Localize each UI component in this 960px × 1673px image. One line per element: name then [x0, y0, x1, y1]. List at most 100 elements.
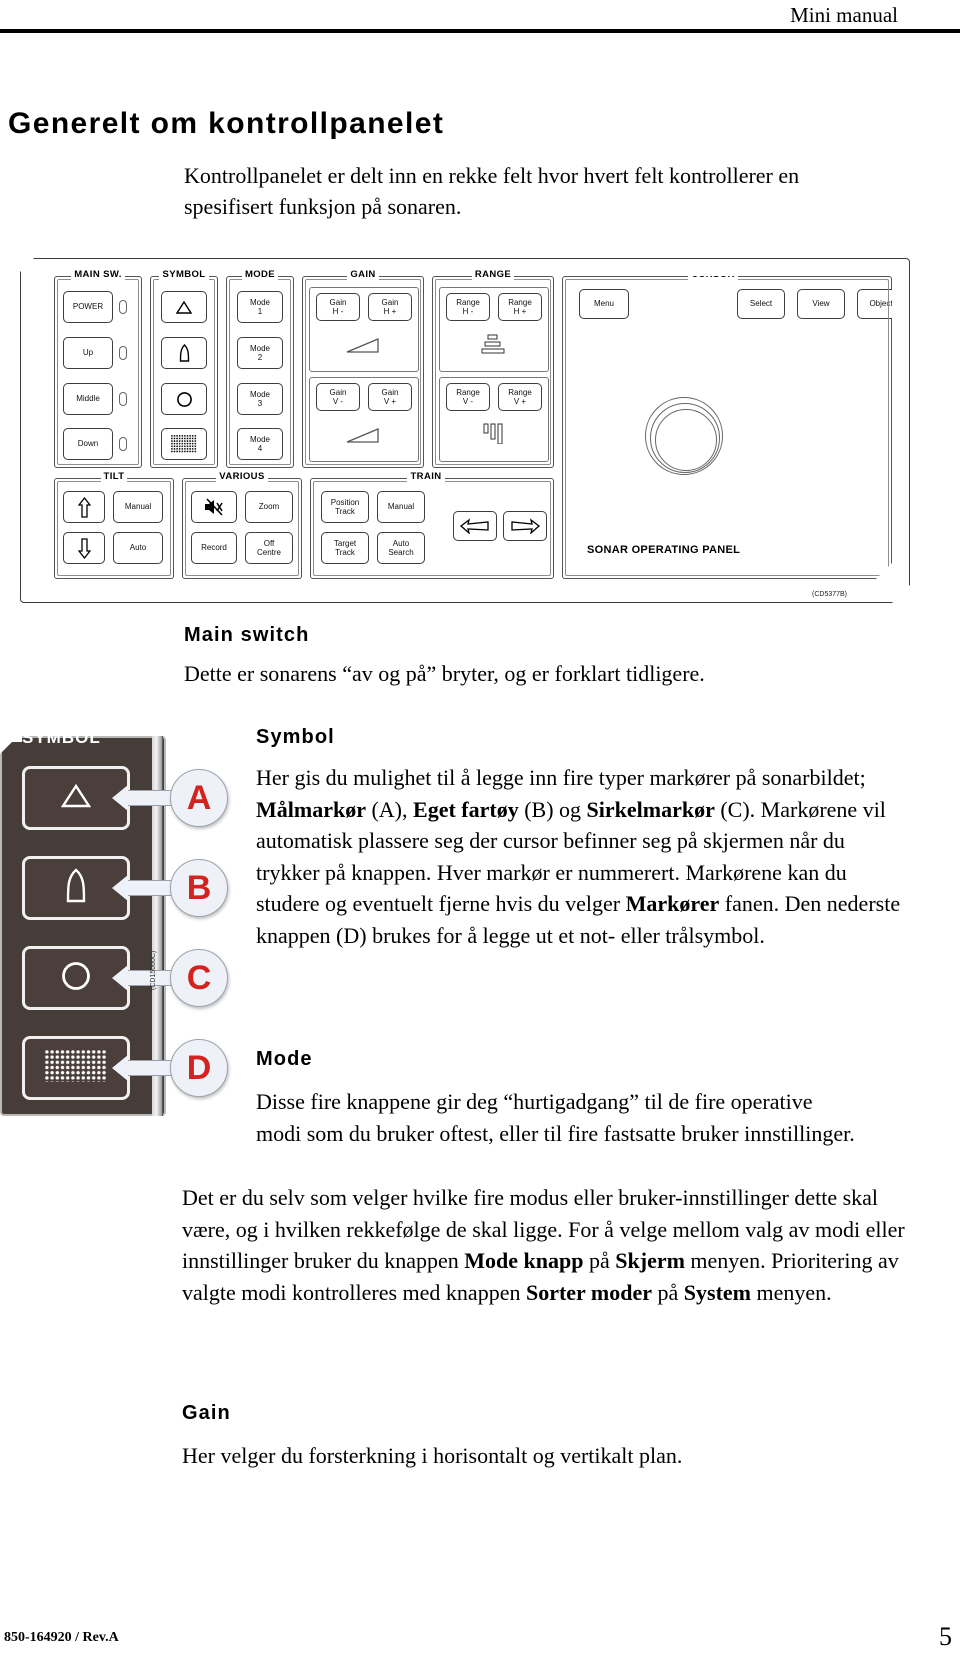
range-horizontal-bars-icon: [480, 334, 508, 360]
callout-label: C: [186, 958, 212, 997]
key-object[interactable]: Object: [857, 289, 905, 319]
key-label: Record: [201, 543, 227, 553]
key-symbol-triangle[interactable]: [161, 291, 207, 323]
led-middle: [119, 392, 127, 406]
footer-document-id: 850-164920 / Rev.A: [4, 1630, 119, 1645]
paragraph-mode-1: Disse fire knappene gir deg “hurtigadgan…: [256, 1089, 855, 1146]
key-target-track[interactable]: Target Track: [321, 532, 369, 564]
symbol-panel-title: SYMBOL: [22, 728, 101, 747]
callout-arrow-d-head: [112, 1055, 128, 1081]
key-train-right[interactable]: [503, 511, 547, 541]
key-train-left[interactable]: [453, 511, 497, 541]
paragraph-symbol: Her gis du mulighet til å legge inn fire…: [256, 765, 901, 948]
key-label: Position Track: [330, 497, 360, 517]
key-record[interactable]: Record: [191, 532, 237, 564]
callout-b: B: [170, 859, 228, 917]
key-range-h-plus[interactable]: Range H +: [498, 293, 542, 321]
footer-page-number: 5: [939, 1622, 952, 1651]
heading-main-switch: Main switch: [184, 624, 310, 646]
key-range-v-minus[interactable]: Range V -: [446, 383, 490, 411]
callout-a: A: [170, 769, 228, 827]
key-symbol-vessel[interactable]: [161, 337, 207, 369]
triangle-symbol-icon: [176, 291, 192, 323]
group-label-cursor: CURSOR: [563, 269, 863, 280]
key-mode-2[interactable]: Mode 2: [237, 337, 283, 369]
key-middle[interactable]: Middle: [63, 383, 113, 415]
key-label: Range V +: [508, 387, 532, 407]
paragraph-mode-2: Det er du selv som velger hvilke fire mo…: [182, 1185, 905, 1305]
key-label: Middle: [76, 394, 100, 404]
led-up: [119, 346, 127, 360]
callout-arrow-b-head: [112, 875, 128, 901]
heading-gain: Gain: [182, 1402, 231, 1424]
group-various: VARIOUS Zoom Record Off Centre: [182, 471, 302, 579]
key-gain-v-plus[interactable]: Gain V +: [368, 383, 412, 411]
key-tilt-manual[interactable]: Manual: [113, 491, 163, 523]
key-tilt-auto[interactable]: Auto: [113, 532, 163, 564]
key-mute[interactable]: [191, 491, 237, 523]
page-title: Generelt om kontrollpanelet: [8, 107, 445, 140]
key-label: Off Centre: [256, 538, 281, 558]
led-down: [119, 437, 127, 451]
sonar-operating-panel-label: SONAR OPERATING PANEL: [587, 544, 741, 556]
arrow-up-icon: [77, 487, 91, 527]
key-down[interactable]: Down: [63, 428, 113, 460]
gain-horizontal-subgroup: Gain H - Gain H +: [309, 287, 419, 372]
key-mode-3[interactable]: Mode 3: [237, 383, 283, 415]
key-train-manual[interactable]: Manual: [377, 491, 425, 523]
key-label: Gain H -: [329, 297, 347, 317]
key-label: Gain V -: [329, 387, 347, 407]
arrow-down-icon: [77, 528, 91, 568]
key-label: Target Track: [333, 538, 357, 558]
key-tilt-up[interactable]: [63, 491, 105, 523]
sonar-control-panel-figure: MAIN SW. POWER Up Middle Down SYMBOL MOD…: [20, 250, 930, 610]
key-menu[interactable]: Menu: [579, 289, 629, 319]
trackball-inner-ring: [655, 409, 717, 471]
key-gain-h-plus[interactable]: Gain H +: [368, 293, 412, 321]
key-label: Manual: [124, 502, 152, 512]
key-label: Object: [869, 299, 893, 309]
group-symbol: SYMBOL: [150, 269, 218, 468]
group-cursor: CURSOR Menu Select View Object SONAR OPE…: [562, 276, 892, 579]
key-label: Mode 1: [249, 297, 270, 317]
key-gain-v-minus[interactable]: Gain V -: [316, 383, 360, 411]
key-tilt-down[interactable]: [63, 532, 105, 564]
key-gain-h-minus[interactable]: Gain H -: [316, 293, 360, 321]
group-range: RANGE Range H - Range H + Range V - Rang…: [432, 269, 554, 468]
net-symbol-icon: [45, 1049, 107, 1087]
key-label: Auto Search: [388, 538, 414, 558]
key-symbol-circle[interactable]: [161, 383, 207, 415]
symbol-panel-notch: [6, 726, 22, 742]
key-mode-1[interactable]: Mode 1: [237, 291, 283, 323]
callout-d: D: [170, 1039, 228, 1097]
key-power[interactable]: POWER: [63, 291, 113, 323]
range-vertical-bars-icon: [482, 422, 506, 449]
train-right-icon: [510, 509, 540, 544]
key-label: View: [812, 299, 830, 309]
key-off-centre[interactable]: Off Centre: [245, 532, 293, 564]
range-vertical-subgroup: Range V - Range V +: [439, 377, 549, 462]
key-view[interactable]: View: [797, 289, 845, 319]
group-label-various: VARIOUS: [183, 471, 301, 482]
gain-horizontal-ramp-icon: [346, 338, 380, 359]
group-label-mode: MODE: [227, 269, 293, 280]
symbol-figure-code: (CD15060C): [150, 950, 157, 990]
key-select[interactable]: Select: [737, 289, 785, 319]
key-label: Auto: [129, 543, 147, 553]
group-label-gain: GAIN: [303, 269, 423, 280]
key-label: Gain V +: [381, 387, 399, 407]
key-zoom[interactable]: Zoom: [245, 491, 293, 523]
key-mode-4[interactable]: Mode 4: [237, 428, 283, 460]
key-auto-search[interactable]: Auto Search: [377, 532, 425, 564]
key-position-track[interactable]: Position Track: [321, 491, 369, 523]
header-title: Mini manual: [790, 3, 898, 27]
key-range-v-plus[interactable]: Range V +: [498, 383, 542, 411]
led-power: [119, 300, 127, 314]
key-symbol-net[interactable]: [161, 428, 207, 460]
key-range-h-minus[interactable]: Range H -: [446, 293, 490, 321]
callout-arrow-c-head: [112, 965, 128, 991]
key-label: Select: [749, 299, 773, 309]
vessel-symbol-icon: [66, 867, 86, 909]
key-up[interactable]: Up: [63, 337, 113, 369]
panel-inner: MAIN SW. POWER Up Middle Down SYMBOL MOD…: [28, 264, 902, 596]
